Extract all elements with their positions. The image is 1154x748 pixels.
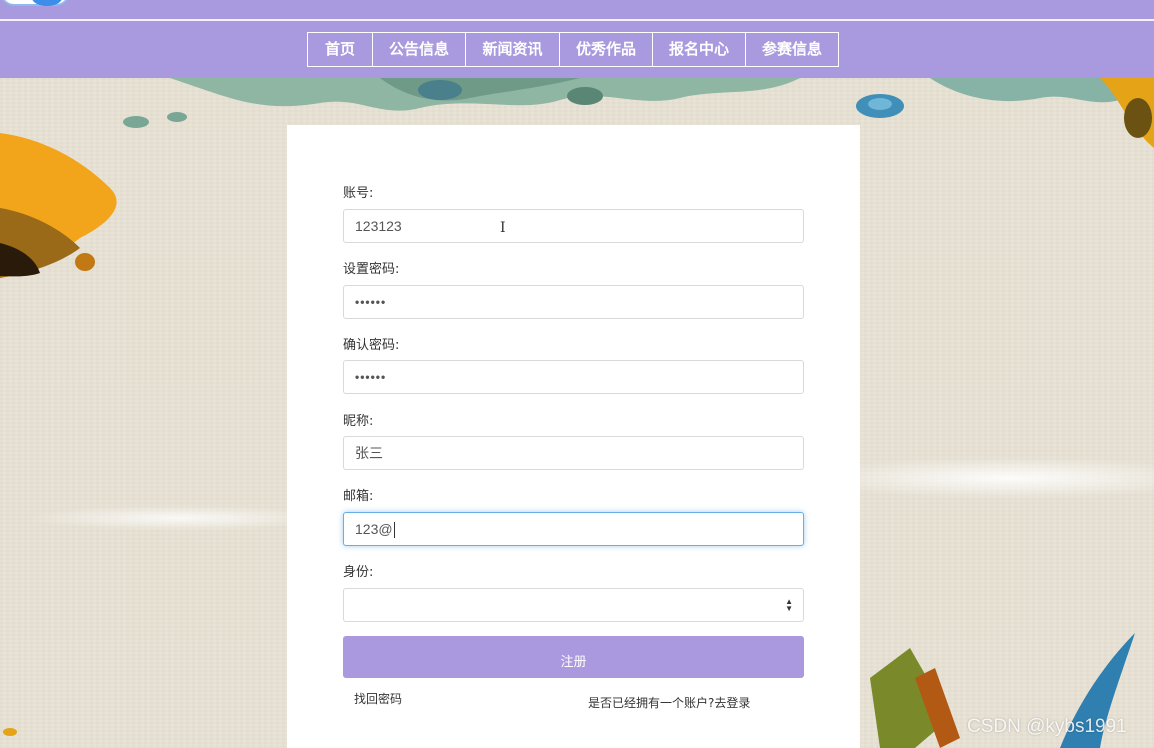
- nav-item-news[interactable]: 新闻资讯: [465, 32, 560, 67]
- nav-item-home[interactable]: 首页: [307, 32, 373, 67]
- account-label: 账号:: [343, 186, 374, 201]
- account-value: 123123: [355, 218, 402, 234]
- select-arrows-icon: ▲ ▼: [785, 597, 793, 613]
- register-button[interactable]: 注册: [343, 636, 804, 678]
- password-value: ••••••: [355, 295, 387, 309]
- forgot-password-link[interactable]: 找回密码: [354, 690, 402, 707]
- confirm-password-label: 确认密码:: [343, 338, 400, 353]
- nav-menu: 首页 公告信息 新闻资讯 优秀作品 报名中心 参赛信息: [307, 32, 839, 67]
- account-input[interactable]: 123123: [343, 209, 804, 243]
- email-value: 123@: [355, 521, 393, 537]
- text-caret: [393, 522, 395, 539]
- identity-label: 身份:: [343, 565, 374, 580]
- identity-select[interactable]: ▲ ▼: [343, 588, 804, 622]
- watermark: CSDN @kybs1991: [967, 716, 1127, 737]
- nav-item-registration-center[interactable]: 报名中心: [652, 32, 746, 67]
- password-input[interactable]: ••••••: [343, 285, 804, 319]
- register-form: 账号: 123123 设置密码: •••••• 确认密码: •••••• 昵称:…: [287, 125, 860, 748]
- nav-item-contest-info[interactable]: 参赛信息: [745, 32, 839, 67]
- email-input[interactable]: 123@: [343, 512, 804, 546]
- top-strip: [0, 0, 1154, 19]
- email-label: 邮箱:: [343, 489, 374, 504]
- password-label: 设置密码:: [343, 262, 400, 277]
- confirm-password-input[interactable]: ••••••: [343, 360, 804, 394]
- login-link[interactable]: 是否已经拥有一个账户?去登录: [588, 694, 750, 711]
- text-cursor-icon: I: [500, 220, 506, 236]
- nickname-input[interactable]: 张三: [343, 436, 804, 470]
- nickname-value: 张三: [355, 445, 383, 461]
- confirm-password-value: ••••••: [355, 370, 387, 384]
- navbar: 首页 公告信息 新闻资讯 优秀作品 报名中心 参赛信息: [0, 21, 1154, 78]
- nav-item-announcements[interactable]: 公告信息: [372, 32, 466, 67]
- nickname-label: 昵称:: [343, 414, 374, 429]
- nav-item-excellent-works[interactable]: 优秀作品: [559, 32, 653, 67]
